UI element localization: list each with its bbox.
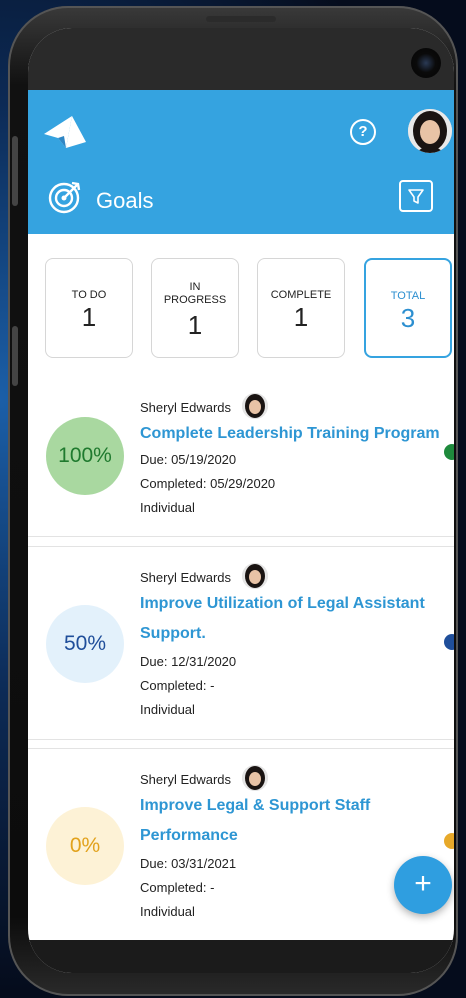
speaker bbox=[206, 16, 276, 22]
filter-button[interactable] bbox=[399, 180, 433, 212]
stat-total[interactable]: TOTAL 3 bbox=[364, 258, 452, 358]
goal-title-line1: Improve Utilization of Legal Assistant bbox=[140, 595, 425, 612]
goal-title-line2: Support. bbox=[140, 625, 206, 642]
status-dot bbox=[444, 444, 454, 460]
goal-title[interactable]: Improve Utilization of Legal Assistant S… bbox=[140, 589, 440, 649]
goal-type: Individual bbox=[140, 702, 195, 717]
owner-avatar bbox=[242, 563, 268, 589]
owner-avatar bbox=[242, 765, 268, 791]
stat-complete[interactable]: COMPLETE 1 bbox=[257, 258, 345, 358]
stat-value: 1 bbox=[187, 310, 203, 340]
stat-in-progress[interactable]: IN PROGRESS 1 bbox=[151, 258, 239, 358]
bottom-bezel bbox=[28, 940, 454, 973]
page-title: Goals bbox=[96, 188, 154, 213]
goal-stats: TO DO 1 IN PROGRESS 1 COMPLETE 1 TOTAL 3 bbox=[28, 258, 454, 362]
phone-frame: ? Goals TO DO 1 IN PROGRESS 1 COMPLETE 1… bbox=[8, 6, 458, 996]
filter-icon bbox=[408, 189, 424, 204]
stat-label: TO DO bbox=[71, 289, 107, 301]
status-dot bbox=[444, 634, 454, 650]
goal-owner: Sheryl Edwards bbox=[140, 400, 232, 415]
goal-completed: Completed: 05/29/2020 bbox=[140, 476, 276, 491]
user-avatar[interactable] bbox=[408, 109, 452, 153]
goal-card[interactable]: Sheryl Edwards Improve Legal & Support S… bbox=[28, 748, 454, 942]
stat-label-line2: PROGRESS bbox=[163, 294, 227, 306]
stat-label: TOTAL bbox=[390, 290, 426, 302]
stat-value: 1 bbox=[293, 302, 309, 332]
side-button bbox=[12, 326, 18, 386]
goal-completed: Completed: - bbox=[140, 678, 215, 693]
goal-owner: Sheryl Edwards bbox=[140, 772, 232, 787]
goal-type: Individual bbox=[140, 500, 195, 515]
stat-todo[interactable]: TO DO 1 bbox=[45, 258, 133, 358]
camera-icon bbox=[411, 48, 441, 78]
stat-label: COMPLETE bbox=[270, 289, 332, 301]
stat-label-line1: IN bbox=[189, 281, 201, 293]
goal-due: Due: 03/31/2021 bbox=[140, 856, 237, 871]
progress-percent: 100% bbox=[46, 417, 124, 495]
progress-percent: 0% bbox=[46, 807, 124, 885]
stat-value: 1 bbox=[81, 302, 97, 332]
goal-title[interactable]: Improve Legal & Support Staff Performanc… bbox=[140, 791, 440, 851]
goal-due: Due: 12/31/2020 bbox=[140, 654, 237, 669]
stat-value: 3 bbox=[400, 303, 416, 333]
goal-card[interactable]: Sheryl Edwards Complete Leadership Train… bbox=[28, 380, 454, 537]
help-icon[interactable]: ? bbox=[350, 119, 376, 145]
goal-title-line1: Complete Leadership Training Program bbox=[140, 425, 440, 442]
paper-plane-logo-icon[interactable] bbox=[42, 114, 86, 150]
progress-percent: 50% bbox=[46, 605, 124, 683]
goal-card[interactable]: Sheryl Edwards Improve Utilization of Le… bbox=[28, 546, 454, 740]
goal-title-line1: Improve Legal & Support Staff bbox=[140, 797, 371, 814]
add-goal-button[interactable]: + bbox=[394, 856, 452, 914]
app-header: ? bbox=[28, 90, 454, 234]
app-screen: ? Goals TO DO 1 IN PROGRESS 1 COMPLETE 1… bbox=[28, 28, 454, 973]
status-dot bbox=[444, 833, 454, 849]
goal-title-line2: Performance bbox=[140, 827, 238, 844]
target-icon bbox=[48, 181, 81, 214]
owner-avatar bbox=[242, 393, 268, 419]
volume-button bbox=[12, 136, 18, 206]
goal-owner: Sheryl Edwards bbox=[140, 570, 232, 585]
goal-type: Individual bbox=[140, 904, 195, 919]
goal-title[interactable]: Complete Leadership Training Program bbox=[140, 419, 440, 449]
goal-completed: Completed: - bbox=[140, 880, 215, 895]
stat-label: IN PROGRESS bbox=[152, 281, 238, 307]
status-bar bbox=[28, 28, 454, 90]
goal-due: Due: 05/19/2020 bbox=[140, 452, 237, 467]
